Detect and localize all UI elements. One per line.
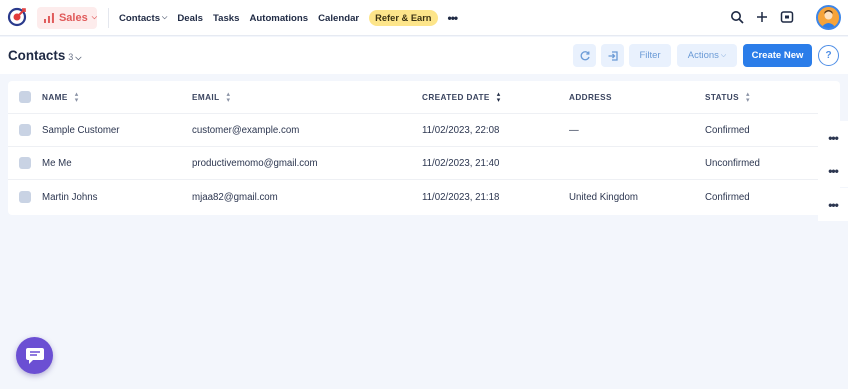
column-label: NAME [42,93,68,102]
module-label: Sales [58,12,88,24]
chevron-down-icon: ⌵ [91,14,97,21]
chat-support-button[interactable] [16,337,53,374]
column-label: ADDRESS [569,93,612,102]
sort-icon[interactable]: ▴ ▾ [497,91,501,104]
column-label: STATUS [705,93,739,102]
column-header-address: ADDRESS [569,81,612,114]
table-row[interactable]: Martin Johns mjaa82@gmail.com 11/02/2023… [8,181,818,214]
import-icon [608,50,618,61]
nav-item-deals[interactable]: Deals [177,13,203,24]
actions-label: Actions [687,50,719,61]
row-actions-menu-icon[interactable]: ••• [818,154,848,187]
row-actions-menu-icon[interactable]: ••• [818,121,848,154]
create-new-button[interactable]: Create New [743,44,812,67]
refresh-icon [580,50,590,60]
table-header-row: NAME ▴ ▾ EMAIL ▴ ▾ CREATED DATE ▴ ▾ ADDRESS… [8,81,818,114]
contact-address: — [569,125,579,136]
chevron-down-icon: ⌵ [75,53,82,62]
refresh-button[interactable] [573,44,596,67]
column-header-created-date[interactable]: CREATED DATE ▴ ▾ [422,81,501,114]
column-header-name[interactable]: NAME ▴ ▾ [42,81,79,114]
contact-status: Confirmed [705,125,750,136]
select-all-checkbox[interactable] [19,91,31,103]
column-header-status[interactable]: STATUS ▴ ▾ [705,81,750,114]
main-nav: Contacts ⌵ Deals Tasks Automations Calen… [119,0,459,36]
contact-status: Unconfirmed [705,158,760,169]
page-title-label: Contacts [8,48,66,63]
nav-item-label: Contacts [119,12,161,24]
actions-dropdown[interactable]: Actions ⌵ [677,44,737,67]
column-header-email[interactable]: EMAIL ▴ ▾ [192,81,230,114]
table-row[interactable]: Me Me productivemomo@gmail.com 11/02/202… [8,147,818,180]
filter-button[interactable]: Filter [629,44,671,67]
column-label: EMAIL [192,93,220,102]
sort-icon[interactable]: ▴ ▾ [226,91,230,104]
nav-item-label: Deals [177,12,203,24]
contact-name[interactable]: Me Me [42,147,72,180]
nav-item-label: Automations [249,12,309,24]
contact-name[interactable]: Sample Customer [42,114,120,147]
help-icon[interactable]: ? [818,45,839,66]
nav-item-label: Tasks [212,12,240,24]
plus-icon[interactable] [755,10,769,24]
chart-icon [43,13,54,23]
more-menu-icon[interactable]: ••• [448,11,459,25]
top-navigation-bar: Sales ⌵ Contacts ⌵ Deals Tasks Automatio… [0,0,848,36]
module-switcher[interactable]: Sales ⌵ [37,7,97,29]
contact-count: 3 [68,52,74,62]
contact-created-date: 11/02/2023, 22:08 [422,125,500,136]
nav-item-calendar[interactable]: Calendar [318,13,359,24]
contact-created-date: 11/02/2023, 21:18 [422,192,500,203]
contact-email: customer@example.com [192,125,300,136]
contact-created-date: 11/02/2023, 21:40 [422,158,500,169]
table-row[interactable]: Sample Customer customer@example.com 11/… [8,114,818,147]
top-right-icons [728,0,848,36]
page-header: Contacts 3 ⌵ Filter Actions ⌵ Create New ? [0,37,848,74]
nav-item-automations[interactable]: Automations [249,13,308,24]
app-logo-icon[interactable] [7,7,27,27]
chevron-down-icon: ⌵ [720,51,727,59]
nav-item-tasks[interactable]: Tasks [213,13,240,24]
search-icon[interactable] [730,10,744,24]
row-checkbox[interactable] [19,191,31,203]
user-avatar[interactable] [816,5,841,30]
nav-item-contacts[interactable]: Contacts ⌵ [119,13,167,24]
nav-item-label: Calendar [318,12,360,24]
contacts-table: NAME ▴ ▾ EMAIL ▴ ▾ CREATED DATE ▴ ▾ ADDRESS… [8,81,848,221]
row-actions-menu-icon[interactable]: ••• [818,188,848,221]
row-checkbox[interactable] [19,157,31,169]
apps-icon[interactable] [780,10,794,24]
contact-address: United Kingdom [569,192,638,203]
refer-earn-button[interactable]: Refer & Earn [369,10,438,26]
sort-icon[interactable]: ▴ ▾ [746,91,750,104]
chevron-down-icon: ⌵ [162,14,168,21]
chat-icon [25,347,44,364]
import-button[interactable] [601,44,624,67]
nav-divider [108,8,109,28]
row-checkbox[interactable] [19,124,31,136]
sort-icon[interactable]: ▴ ▾ [75,91,79,104]
contact-email: productivemomo@gmail.com [192,158,318,169]
page-title[interactable]: Contacts 3 ⌵ [8,48,81,63]
contact-status: Confirmed [705,192,750,203]
contact-email: mjaa82@gmail.com [192,192,278,203]
column-label: CREATED DATE [422,93,490,102]
contact-name[interactable]: Martin Johns [42,181,97,214]
